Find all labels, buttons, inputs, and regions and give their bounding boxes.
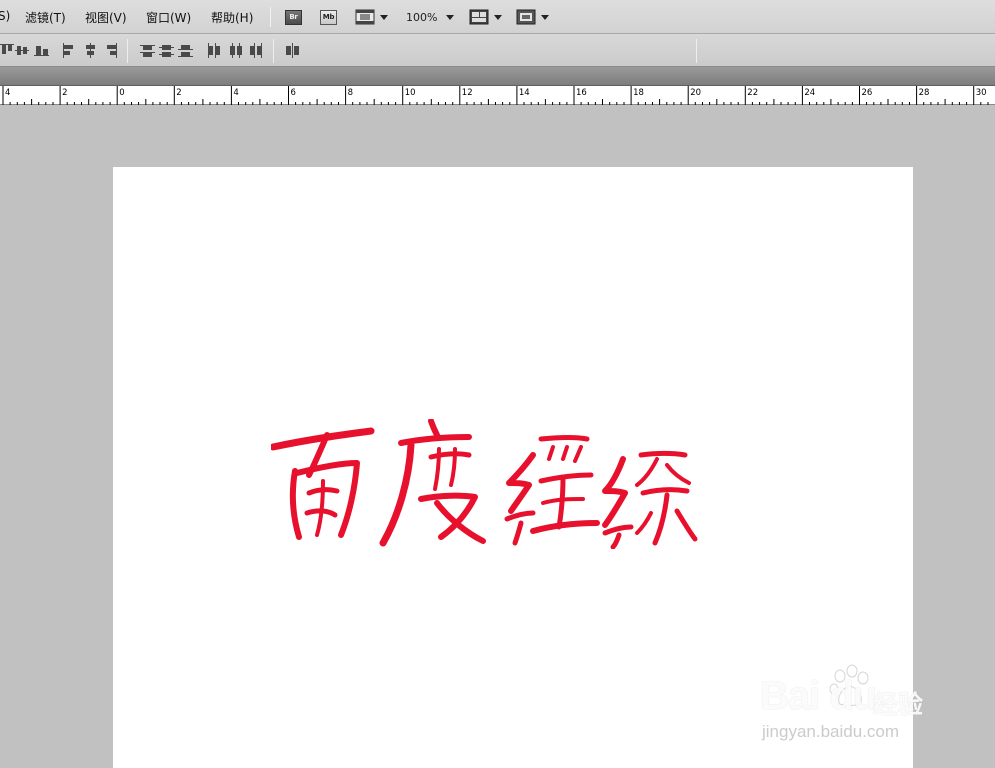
ruler-tick-label: 4 (233, 88, 238, 98)
distribute-right-edges-icon[interactable] (248, 43, 264, 58)
document-tab-strip (0, 67, 995, 86)
options-bar (0, 34, 995, 67)
screen-mode-icon (516, 9, 536, 25)
align-vertical-centers-icon[interactable] (15, 43, 31, 58)
bridge-button[interactable]: Br (285, 8, 302, 26)
ruler-tick-label: 20 (690, 88, 701, 98)
ruler-tick-label: 26 (862, 88, 873, 98)
ruler-tick-label: 8 (348, 88, 353, 98)
distribute-bottom-edges-icon[interactable] (178, 43, 194, 58)
film-frame-icon (355, 9, 375, 25)
distribute-horizontal-centers-icon[interactable] (228, 43, 244, 58)
bridge-icon: Br (285, 9, 302, 25)
ruler-tick-label: 18 (633, 88, 644, 98)
options-separator (273, 39, 274, 63)
distribute-top-edges-icon[interactable] (140, 43, 156, 58)
minibridge-button[interactable]: Mb (320, 8, 337, 26)
horizontal-ruler[interactable]: 4 2 0 2 4 6 8 10 12 14 16 18 20 22 24 26 28 30 (0, 86, 995, 105)
ruler-tick-label: 2 (62, 88, 67, 98)
chevron-down-icon (541, 14, 549, 20)
arrange-documents-button[interactable] (469, 8, 502, 26)
menu-separator (270, 7, 271, 27)
minibridge-icon-label: Mb (322, 13, 335, 21)
canvas-area[interactable]: Bai du 经验 jingyan.baidu.com (0, 105, 995, 768)
menu-help[interactable]: 帮助(H) (211, 9, 253, 26)
watermark-subtitle: 经验 (873, 690, 924, 719)
chevron-down-icon (380, 14, 388, 20)
ruler-tick-label: 24 (804, 88, 815, 98)
zoom-dropdown[interactable]: 100% (406, 8, 455, 26)
ruler-tick-label: 12 (462, 88, 473, 98)
distribute-vertical-centers-icon[interactable] (159, 43, 175, 58)
screen-extras-button[interactable] (355, 8, 388, 26)
arrange-grid-icon (469, 9, 489, 25)
watermark-brand: Bai du (760, 674, 877, 718)
menu-bar: S) 滤镜(T) 视图(V) 窗口(W) 帮助(H) Br Mb 100% (0, 0, 995, 34)
distribute-left-edges-icon[interactable] (207, 43, 223, 58)
ruler-tick-label: 28 (919, 88, 930, 98)
options-separator (696, 39, 697, 63)
chevron-down-icon (446, 14, 455, 20)
ruler-tick-label: 0 (119, 88, 124, 98)
align-bottom-edges-icon[interactable] (34, 43, 50, 58)
ruler-tick-label: 10 (405, 88, 416, 98)
watermark-url: jingyan.baidu.com (762, 722, 900, 741)
options-separator (127, 39, 128, 63)
menu-window[interactable]: 窗口(W) (146, 9, 191, 26)
chevron-down-icon (494, 14, 502, 20)
auto-align-layers-icon[interactable] (285, 43, 301, 58)
ruler-tick-label: 22 (747, 88, 758, 98)
ruler-tick-label: 16 (576, 88, 587, 98)
baidu-jingyan-watermark: Bai du 经验 jingyan.baidu.com (760, 660, 960, 750)
align-right-edges-icon[interactable] (103, 43, 119, 58)
ruler-tick-label: 14 (519, 88, 530, 98)
calligraphy-artwork (271, 419, 698, 549)
minibridge-icon: Mb (320, 9, 337, 25)
ruler-scale: 4 2 0 2 4 6 8 10 12 14 16 18 20 22 24 26 28 30 (2, 86, 989, 105)
menu-view[interactable]: 视图(V) (85, 9, 127, 26)
ruler-tick-label: 30 (976, 88, 987, 98)
ruler-tick-label: 4 (5, 88, 10, 98)
zoom-value: 100% (406, 10, 438, 24)
screen-mode-button[interactable] (516, 8, 549, 26)
menu-filter[interactable]: 滤镜(T) (25, 9, 66, 26)
ruler-tick-label: 6 (291, 88, 296, 98)
bridge-icon-label: Br (289, 13, 298, 21)
align-top-edges-icon[interactable] (0, 43, 16, 58)
align-horizontal-centers-icon[interactable] (83, 43, 99, 58)
ruler-tick-label: 2 (176, 88, 181, 98)
menu-select[interactable]: S) (0, 9, 10, 23)
align-left-edges-icon[interactable] (62, 43, 78, 58)
